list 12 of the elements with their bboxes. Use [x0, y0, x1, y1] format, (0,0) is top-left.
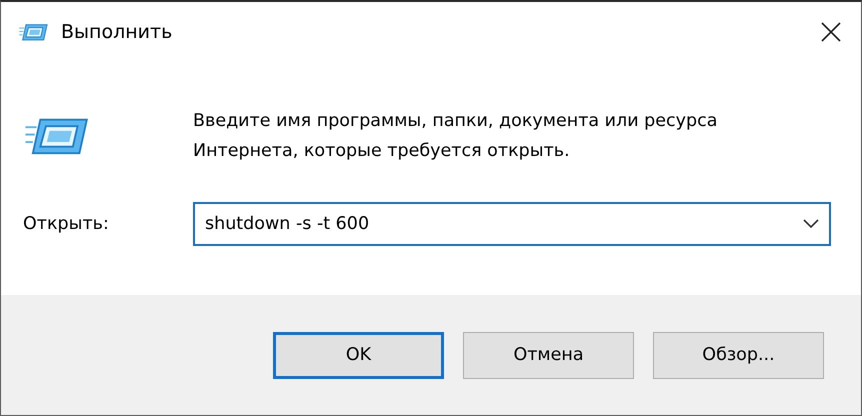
description: Введите имя программы, папки, документа или ресурса Интернета, которые требуется открыть. — [193, 110, 718, 163]
run-icon — [25, 116, 91, 157]
open-combo-field[interactable]: shutdown -s -t 600 — [193, 202, 831, 246]
dialog-button[interactable]: Отмена — [463, 332, 634, 378]
chevron-down-icon[interactable] — [803, 219, 819, 229]
dialog-button[interactable]: OK — [273, 332, 444, 378]
open-label: Открыть: — [23, 214, 110, 234]
run-icon — [19, 22, 49, 42]
close-icon[interactable] — [821, 22, 841, 42]
dialog-button[interactable]: Обзор... — [653, 332, 824, 378]
window-title: Выполнить — [61, 21, 174, 43]
command-input[interactable]: shutdown -s -t 600 — [205, 214, 803, 234]
